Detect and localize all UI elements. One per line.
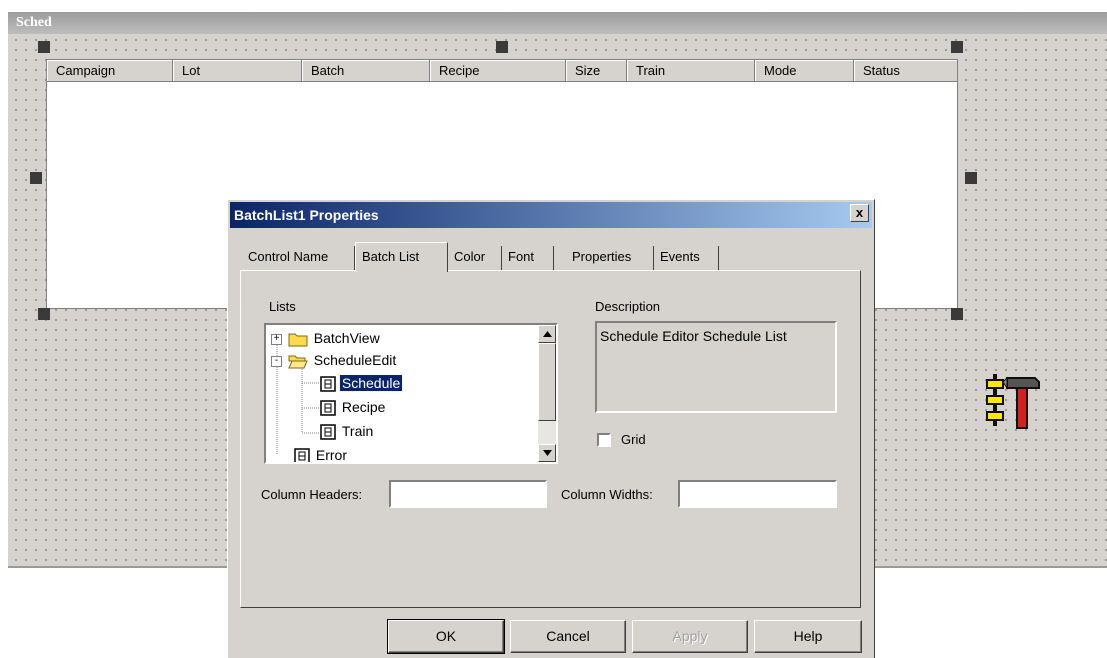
batchlist-column-headers: Campaign Lot Batch Recipe Size Train Mod…: [47, 60, 957, 82]
tab-label: Control Name: [248, 249, 329, 264]
scroll-thumb[interactable]: [538, 343, 556, 421]
dialog-title-bar[interactable]: BatchList1 Properties: [230, 202, 872, 228]
tree-node-schedule[interactable]: Schedule: [320, 373, 404, 395]
expand-icon[interactable]: +: [271, 333, 282, 345]
column-header-campaign[interactable]: Campaign: [47, 60, 173, 82]
list-doc-icon: [320, 400, 336, 417]
cancel-button[interactable]: Cancel: [510, 620, 626, 653]
close-button[interactable]: x: [850, 204, 869, 222]
tree-scrollbar[interactable]: [538, 325, 556, 462]
scroll-down-button[interactable]: [538, 444, 556, 462]
list-doc-icon: [320, 376, 336, 393]
resize-handle-bottom-left[interactable]: [38, 308, 50, 320]
tab-label: Batch List: [362, 249, 420, 264]
ok-button[interactable]: OK: [387, 619, 505, 654]
column-widths-label: Column Widths:: [561, 487, 653, 502]
list-doc-icon: [320, 424, 336, 441]
tab-color[interactable]: Color: [448, 246, 502, 270]
description-text: Schedule Editor Schedule List: [600, 328, 787, 344]
description-box: Schedule Editor Schedule List: [595, 321, 837, 413]
tab-font[interactable]: Font: [502, 246, 554, 270]
scroll-up-button[interactable]: [538, 325, 556, 343]
lists-label: Lists: [269, 299, 296, 314]
grid-checkbox[interactable]: [597, 433, 611, 447]
tab-label: Events: [660, 249, 700, 264]
column-widths-input[interactable]: [678, 480, 837, 508]
tree-node-label: Schedule: [338, 374, 404, 392]
tree-node-recipe[interactable]: Recipe: [320, 397, 387, 419]
column-header-recipe[interactable]: Recipe: [430, 60, 566, 82]
tree-node-label: Error: [315, 447, 348, 463]
column-header-train[interactable]: Train: [627, 60, 755, 82]
column-headers-label: Column Headers:: [261, 487, 363, 502]
collapse-icon[interactable]: -: [271, 355, 282, 367]
arrow-up-icon: [542, 331, 552, 337]
tab-label: Color: [454, 249, 486, 264]
column-header-lot[interactable]: Lot: [173, 60, 302, 82]
tab-events[interactable]: Events: [654, 246, 719, 270]
lists-tree[interactable]: + BatchView - ScheduleEdit Schedule Reci…: [264, 323, 558, 464]
resize-handle-top[interactable]: [496, 41, 508, 53]
tree-node-train[interactable]: Train: [320, 421, 375, 443]
resize-handle-bottom-right[interactable]: [951, 308, 963, 320]
toolbox-hammer-icon[interactable]: [985, 372, 1041, 432]
column-header-batch[interactable]: Batch: [302, 60, 430, 82]
tree-node-batchview[interactable]: + BatchView: [271, 328, 382, 350]
tree-node-label: Recipe: [341, 399, 386, 415]
dialog-title: BatchList1 Properties: [234, 207, 379, 223]
tree-node-label: BatchView: [313, 330, 380, 346]
help-button[interactable]: Help: [754, 620, 862, 653]
tree-node-label: ScheduleEdit: [313, 352, 397, 368]
folder-icon: [288, 333, 308, 347]
tree-node-error[interactable]: Error: [294, 445, 349, 463]
column-header-size[interactable]: Size: [566, 60, 627, 82]
resize-handle-top-left[interactable]: [38, 41, 50, 53]
form-title: Sched: [8, 12, 1107, 34]
column-header-status[interactable]: Status: [854, 60, 957, 82]
tab-label: Font: [508, 249, 535, 264]
tree-node-scheduleedit[interactable]: - ScheduleEdit: [271, 350, 398, 372]
apply-button: Apply: [632, 620, 748, 653]
grid-label[interactable]: Grid: [621, 432, 646, 447]
open-folder-icon: [288, 355, 308, 369]
resize-handle-top-right[interactable]: [951, 41, 963, 53]
tab-control-name[interactable]: Control Name: [242, 246, 355, 270]
resize-handle-right[interactable]: [965, 172, 977, 184]
resize-handle-left[interactable]: [30, 172, 42, 184]
tab-label: Properties: [572, 249, 632, 264]
list-doc-icon: [294, 448, 310, 462]
tab-properties[interactable]: Properties: [566, 246, 654, 270]
close-icon: x: [855, 205, 864, 220]
batchlist-properties-dialog: BatchList1 Properties x Control Name Bat…: [227, 199, 875, 658]
column-header-mode[interactable]: Mode: [755, 60, 854, 82]
arrow-down-icon: [542, 450, 552, 456]
tree-node-label: Train: [341, 423, 374, 439]
tab-batch-list[interactable]: Batch List: [355, 242, 448, 272]
description-label: Description: [595, 299, 661, 314]
column-headers-input[interactable]: [389, 480, 547, 508]
